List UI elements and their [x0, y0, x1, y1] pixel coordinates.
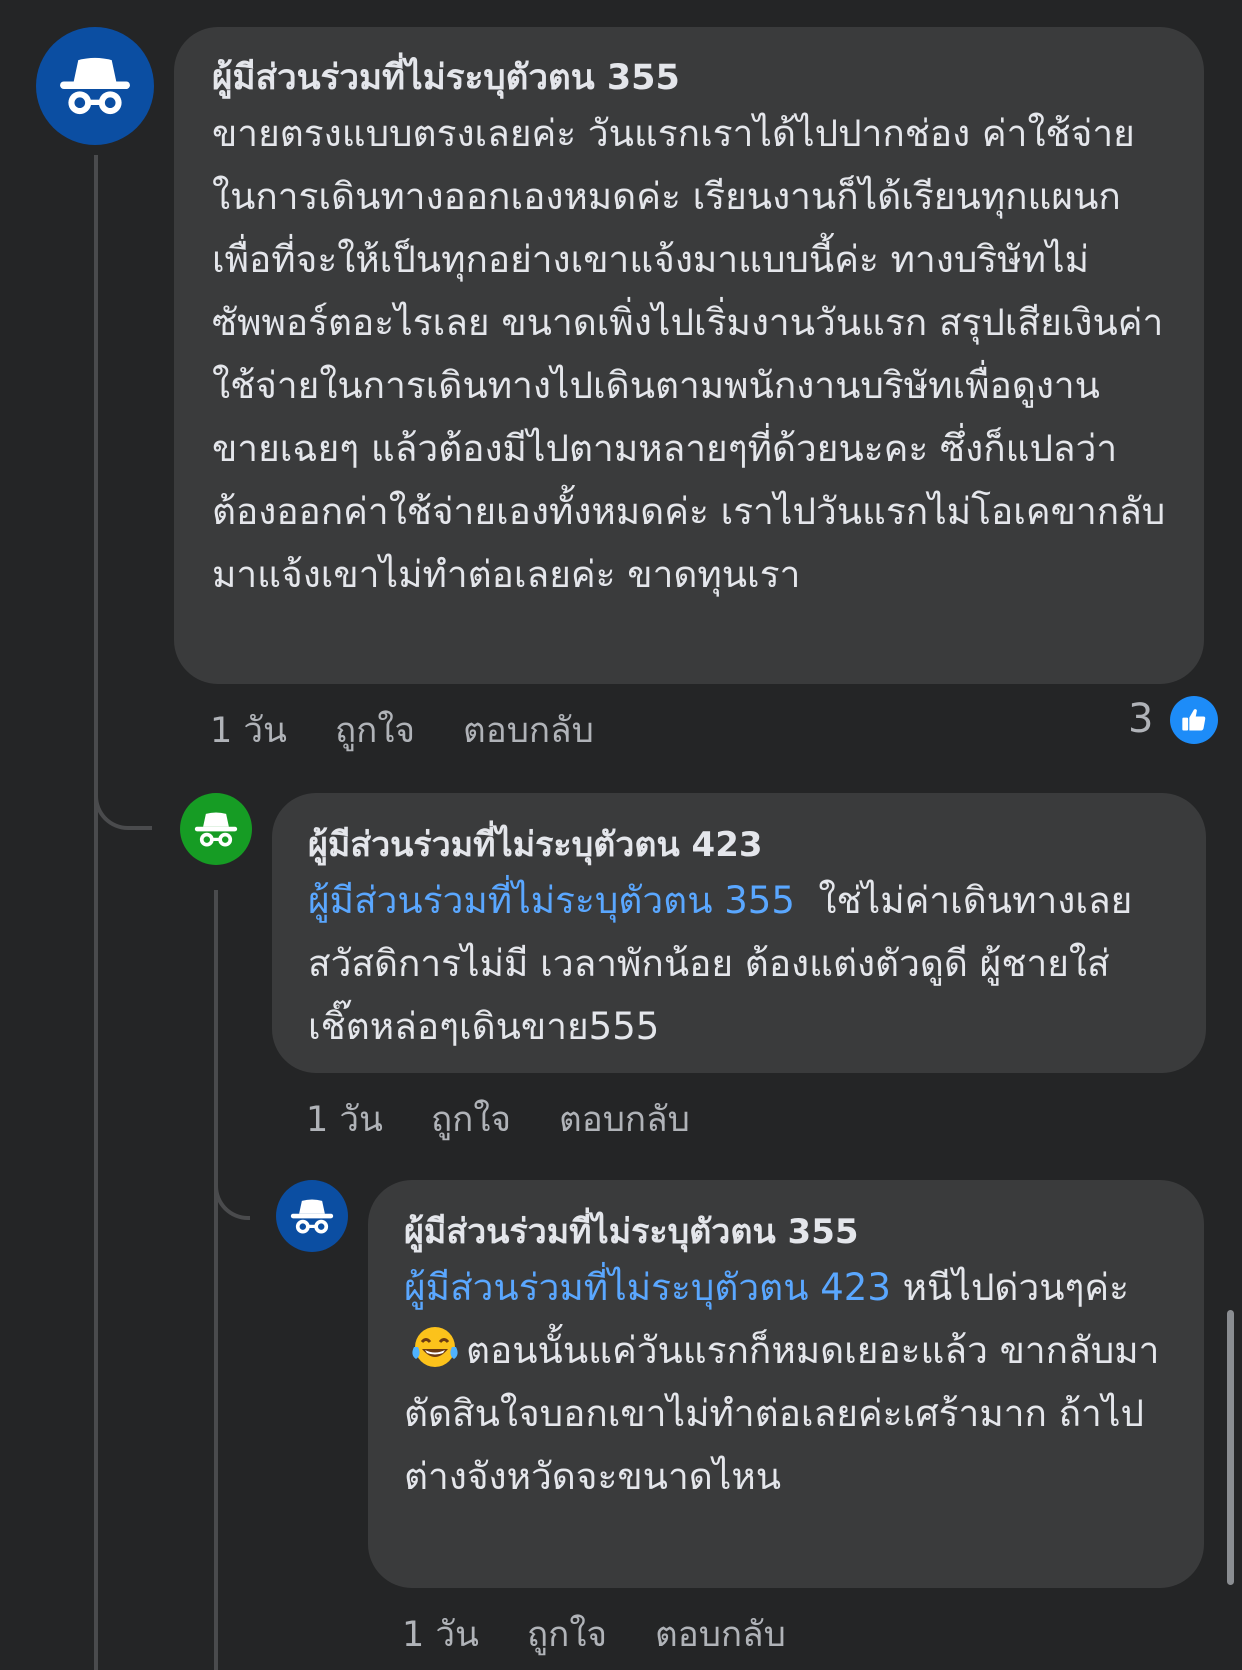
avatar[interactable]: [36, 27, 154, 145]
like-button[interactable]: ถูกใจ: [527, 1607, 607, 1662]
thread-connector-reply-1: [94, 760, 152, 830]
comment-bubble: ผู้มีส่วนร่วมที่ไม่ระบุตัวตน 423 ผู้มีส่…: [272, 793, 1206, 1073]
avatar[interactable]: [276, 1180, 348, 1252]
mention-link[interactable]: ผู้มีส่วนร่วมที่ไม่ระบุตัวตน 355: [308, 879, 795, 922]
reply-button[interactable]: ตอบกลับ: [655, 1607, 786, 1662]
comment-time: 1 วัน: [402, 1615, 479, 1655]
avatar[interactable]: [180, 793, 252, 865]
thread-connector-reply-2: [214, 1150, 250, 1220]
incognito-icon: [289, 1197, 335, 1236]
incognito-icon: [57, 54, 133, 118]
like-button[interactable]: ถูกใจ: [335, 703, 415, 758]
comment-author[interactable]: ผู้มีส่วนร่วมที่ไม่ระบุตัวตน 355: [404, 1208, 1168, 1256]
comment-bubble: ผู้มีส่วนร่วมที่ไม่ระบุตัวตน 355 ผู้มีส่…: [368, 1180, 1204, 1588]
comment-actions: 1 วัน ถูกใจ ตอบกลับ: [306, 1092, 690, 1147]
comment-author[interactable]: ผู้มีส่วนร่วมที่ไม่ระบุตัวตน 355: [212, 54, 1166, 102]
scrollbar[interactable]: [1227, 1310, 1234, 1585]
comment-time: 1 วัน: [306, 1100, 383, 1140]
comment-body: หนีไปด่วนๆค่ะ: [902, 1266, 1130, 1309]
comment-text: ผู้มีส่วนร่วมที่ไม่ระบุตัวตน 423 หนีไปด่…: [404, 1256, 1168, 1508]
thumbs-up-icon[interactable]: [1170, 696, 1218, 744]
thread-line-main: [94, 155, 98, 1670]
mention-link[interactable]: ผู้มีส่วนร่วมที่ไม่ระบุตัวตน 423: [404, 1266, 891, 1309]
incognito-icon: [193, 810, 239, 849]
reply-button[interactable]: ตอบกลับ: [463, 703, 594, 758]
comment-author[interactable]: ผู้มีส่วนร่วมที่ไม่ระบุตัวตน 423: [308, 821, 1170, 869]
comment-body-continued: ตอนนั้นแค่วันแรกก็หมดเยอะแล้ว ขากลับมาตั…: [404, 1329, 1160, 1498]
comment-actions: 1 วัน ถูกใจ ตอบกลับ: [210, 703, 594, 758]
comment-time: 1 วัน: [210, 711, 287, 751]
thread-line-reply: [214, 890, 218, 1670]
comment-actions: 1 วัน ถูกใจ ตอบกลับ: [402, 1607, 786, 1662]
reaction-count[interactable]: 3: [1128, 696, 1153, 742]
comment-text: ขายตรงแบบตรงเลยค่ะ วันแรกเราได้ไปปากช่อง…: [212, 112, 1166, 596]
like-button[interactable]: ถูกใจ: [431, 1092, 511, 1147]
comment-text: ผู้มีส่วนร่วมที่ไม่ระบุตัวตน 355 ใช่ไม่ค…: [308, 869, 1170, 1058]
comment-bubble: ผู้มีส่วนร่วมที่ไม่ระบุตัวตน 355 ขายตรงแ…: [174, 27, 1204, 684]
reply-button[interactable]: ตอบกลับ: [559, 1092, 690, 1147]
face-with-tears-of-joy-emoji: [410, 1325, 460, 1369]
